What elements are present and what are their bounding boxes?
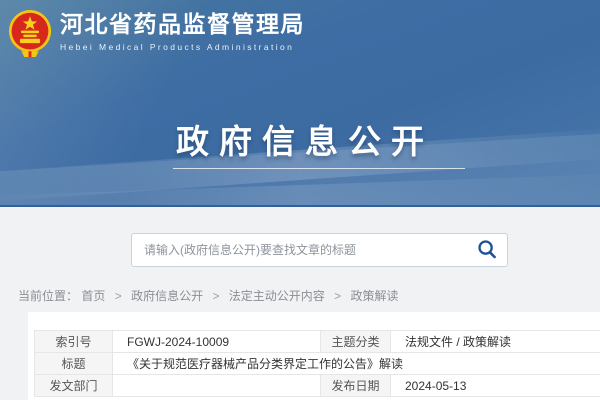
page-banner: 河北省药品监督管理局 Hebei Medical Products Admini… bbox=[0, 0, 600, 207]
breadcrumb-separator: > bbox=[334, 289, 341, 303]
breadcrumb-item-policy-interpretation[interactable]: 政策解读 bbox=[351, 289, 399, 303]
index-number-label: 索引号 bbox=[35, 331, 113, 353]
issuing-department-value bbox=[113, 375, 321, 397]
breadcrumb: 当前位置： 首页 > 政府信息公开 > 法定主动公开内容 > 政策解读 bbox=[18, 287, 600, 304]
site-title: 河北省药品监督管理局 bbox=[60, 9, 305, 39]
breadcrumb-item-statutory-disclosure[interactable]: 法定主动公开内容 bbox=[229, 289, 325, 303]
search-input[interactable] bbox=[132, 234, 467, 266]
banner-wave-decor bbox=[0, 173, 600, 207]
breadcrumb-item-home[interactable]: 首页 bbox=[81, 289, 105, 303]
site-title-english: Hebei Medical Products Administration bbox=[60, 42, 305, 52]
table-row: 索引号 FGWJ-2024-10009 主题分类 法规文件 / 政策解读 bbox=[35, 331, 600, 353]
publish-date-value: 2024-05-13 bbox=[391, 375, 600, 397]
site-header[interactable]: 河北省药品监督管理局 Hebei Medical Products Admini… bbox=[7, 9, 305, 64]
breadcrumb-separator: > bbox=[115, 289, 122, 303]
publish-date-label: 发布日期 bbox=[321, 375, 391, 397]
subject-category-label: 主题分类 bbox=[321, 331, 391, 353]
search-section bbox=[0, 207, 600, 267]
national-emblem-icon bbox=[7, 9, 53, 64]
title-value[interactable]: 《关于规范医疗器械产品分类界定工作的公告》解读 bbox=[113, 353, 600, 375]
document-card: 索引号 FGWJ-2024-10009 主题分类 法规文件 / 政策解读 标题 … bbox=[28, 312, 600, 400]
table-row: 发文部门 发布日期 2024-05-13 bbox=[35, 375, 600, 397]
page-title: 政府信息公开 bbox=[0, 115, 600, 163]
subject-category-value: 法规文件 / 政策解读 bbox=[391, 331, 600, 353]
index-number-value: FGWJ-2024-10009 bbox=[113, 331, 321, 353]
breadcrumb-separator: > bbox=[212, 289, 219, 303]
breadcrumb-item-gov-info[interactable]: 政府信息公开 bbox=[131, 289, 203, 303]
breadcrumb-label: 当前位置： bbox=[18, 289, 78, 303]
search-icon bbox=[477, 239, 497, 262]
title-label: 标题 bbox=[35, 353, 113, 375]
search-button[interactable] bbox=[467, 234, 507, 266]
banner-divider bbox=[173, 168, 465, 169]
table-row: 标题 《关于规范医疗器械产品分类界定工作的公告》解读 bbox=[35, 353, 600, 375]
document-meta-table: 索引号 FGWJ-2024-10009 主题分类 法规文件 / 政策解读 标题 … bbox=[34, 330, 600, 397]
issuing-department-label: 发文部门 bbox=[35, 375, 113, 397]
search-box bbox=[131, 233, 508, 267]
